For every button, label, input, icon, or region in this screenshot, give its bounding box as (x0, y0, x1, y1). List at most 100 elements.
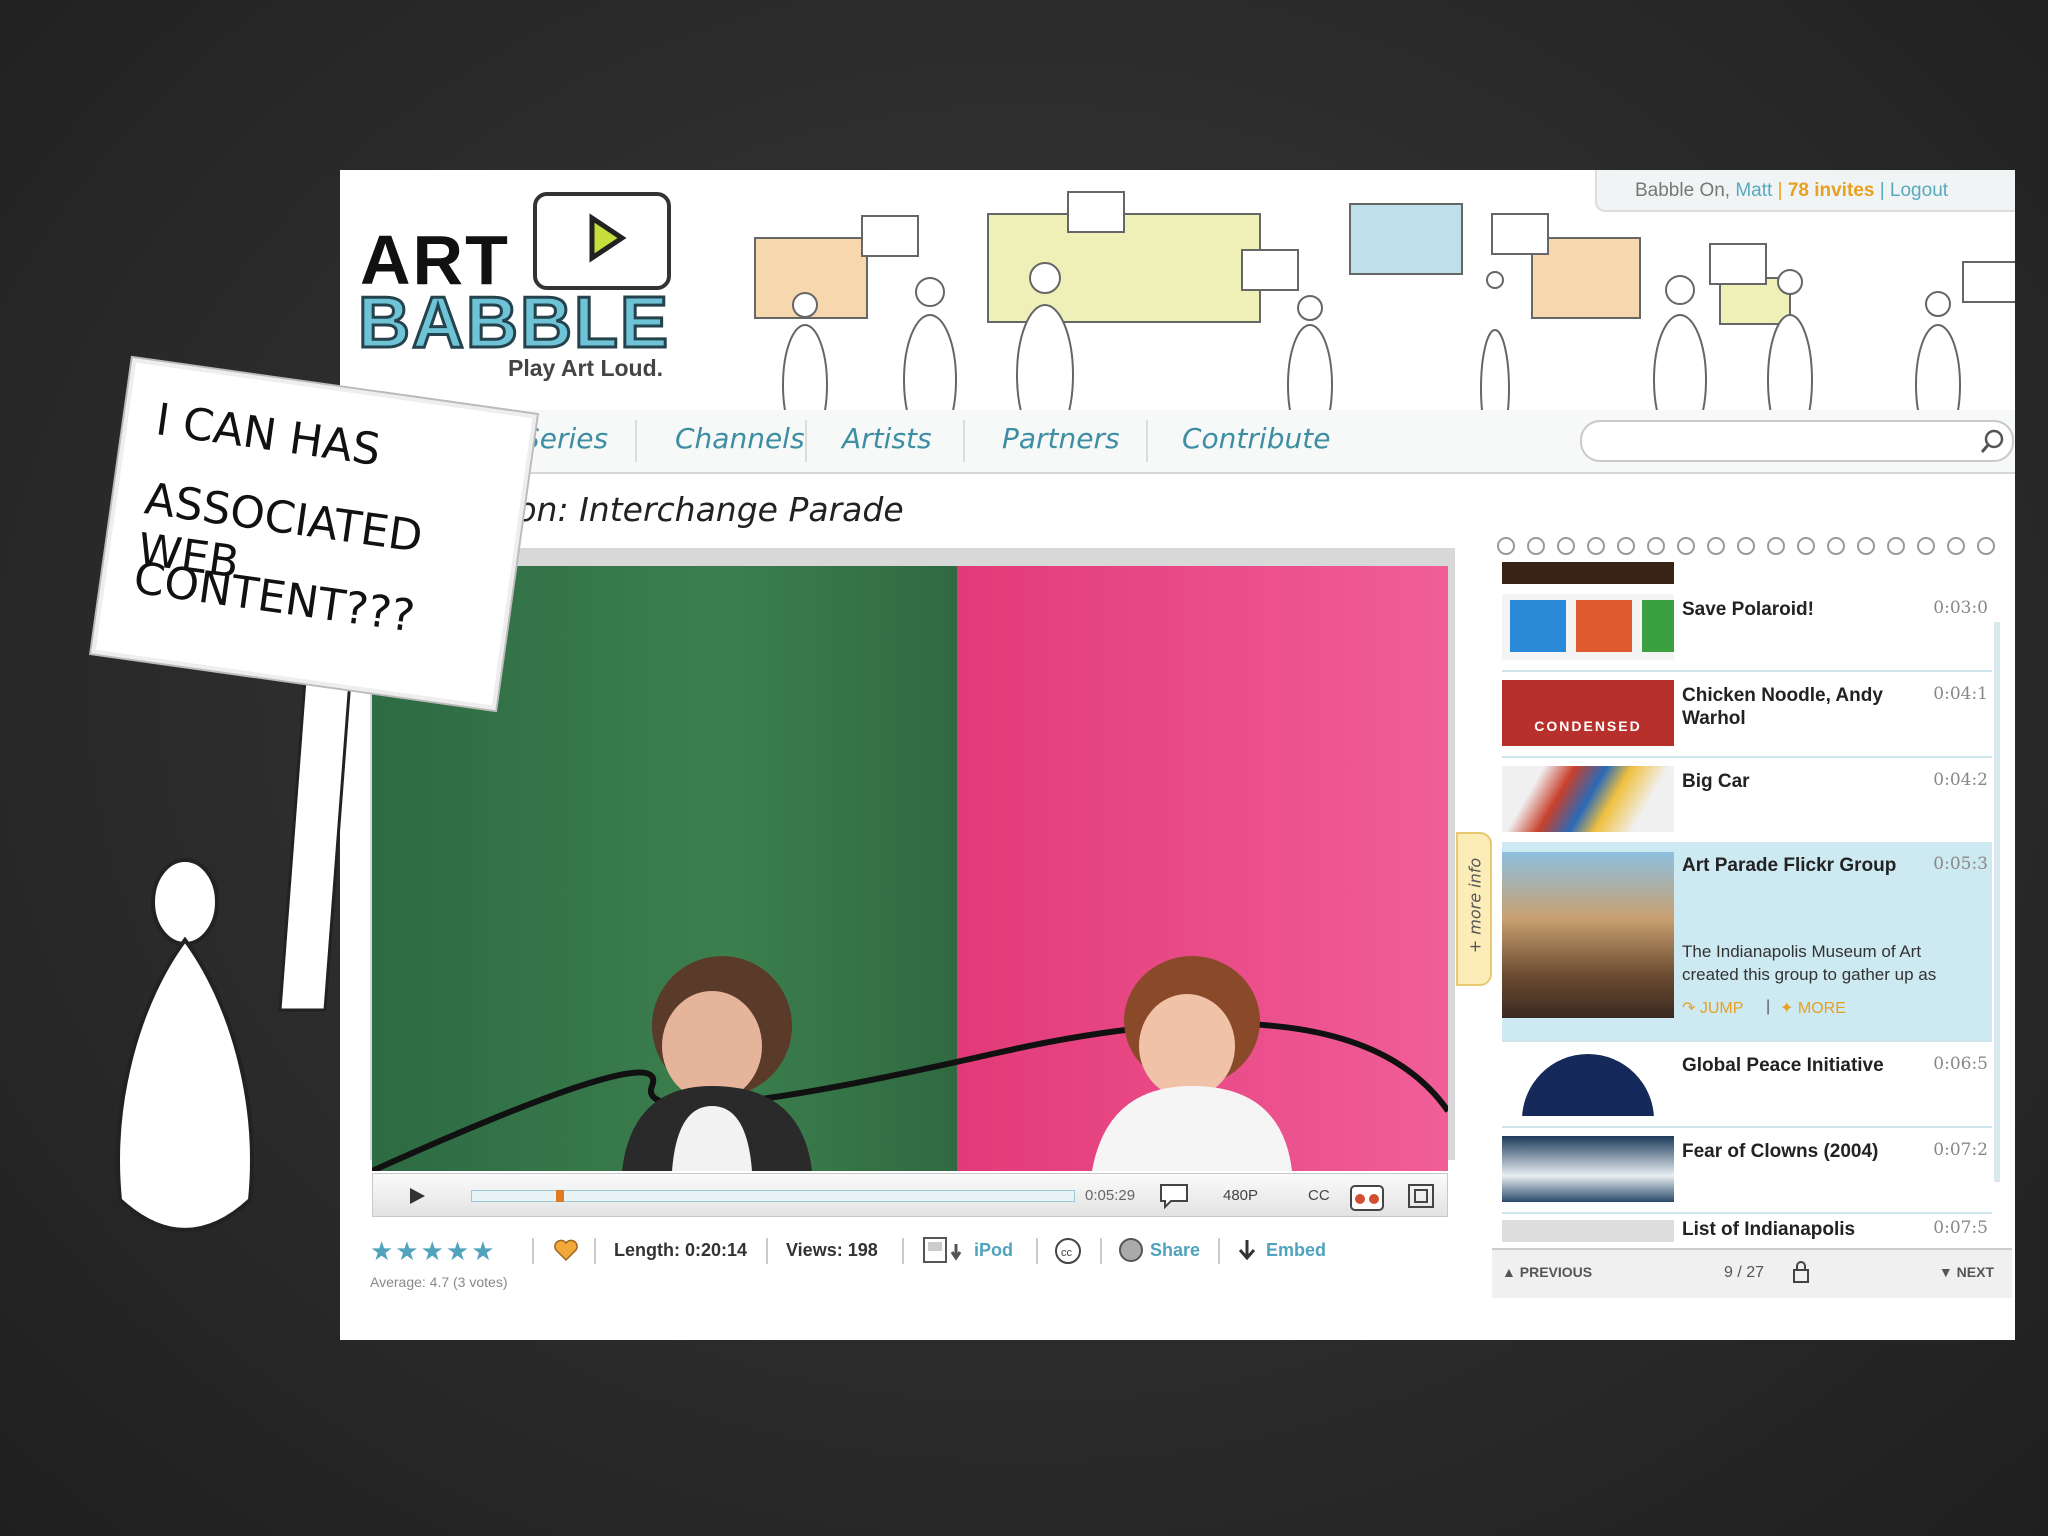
more-link[interactable]: ✦ MORE (1780, 998, 1846, 1018)
favorite-heart-icon[interactable] (553, 1238, 579, 1262)
playlist-item[interactable]: Global Peace Initiative 0:06:5 (1502, 1042, 1992, 1128)
logo-tagline: Play Art Loud. (508, 355, 664, 381)
search-icon[interactable] (1980, 428, 2006, 454)
embed-link[interactable]: Embed (1266, 1240, 1326, 1261)
playlist-item[interactable]: List of Indianapolis 0:07:5 (1502, 1212, 1992, 1242)
protest-sign: I CAN HAS ASSOCIATED WEB CONTENT??? (91, 358, 537, 710)
nav-partners[interactable]: Partners (1002, 422, 1120, 455)
playlist-scrollbar[interactable] (1994, 622, 2000, 1182)
invites-link[interactable]: 78 invites (1788, 180, 1875, 201)
progress-bar[interactable] (471, 1190, 1075, 1202)
playlist-thumbnail: CONDENSED (1502, 680, 1674, 746)
thumb-tile (1576, 600, 1632, 652)
link-separator: | (1766, 998, 1771, 1015)
divider (766, 1238, 768, 1264)
jump-link[interactable]: ↷ JUMP (1682, 998, 1743, 1018)
svg-text:cc: cc (1061, 1247, 1073, 1259)
main-nav: Series Channels Artists Partners Contrib… (340, 410, 2015, 474)
share-globe-icon[interactable] (1118, 1237, 1144, 1263)
playlist-thumbnail (1502, 594, 1674, 660)
search-input[interactable] (1598, 428, 1962, 454)
previous-label: PREVIOUS (1519, 1264, 1593, 1280)
playlist-item-time: 0:05:3 (1933, 854, 1988, 874)
thumb-tile (1510, 600, 1566, 652)
playlist-item[interactable]: Save Polaroid! 0:03:0 (1502, 586, 1992, 672)
nav-divider (805, 420, 807, 462)
playlist-item-time: 0:07:5 (1933, 1218, 1988, 1238)
thumb-graphic (1522, 1054, 1654, 1116)
divider (1036, 1238, 1038, 1264)
playlist-item-title: Save Polaroid! (1682, 599, 1814, 620)
logout-link[interactable]: Logout (1890, 180, 1948, 201)
playlist-item[interactable]: Big Car 0:04:2 (1502, 758, 1992, 844)
greeting: Babble On, (1635, 180, 1731, 201)
quality-button[interactable]: 480P (1223, 1187, 1258, 1204)
page-indicator: 9 / 27 (1724, 1264, 1765, 1281)
sign-line: I CAN HAS (152, 394, 384, 477)
ipod-icon[interactable] (922, 1236, 972, 1264)
rating-stars[interactable]: ★★★★★ (370, 1236, 497, 1267)
length-label: Length: 0:20:14 (614, 1240, 748, 1260)
nav-contribute[interactable]: Contribute (1182, 422, 1330, 455)
playlist-thumbnail (1502, 1220, 1674, 1242)
nav-channels[interactable]: Channels (675, 422, 805, 455)
playlist-item-title: List of Indianapolis (1682, 1219, 1856, 1240)
cc-button[interactable]: CC (1308, 1187, 1330, 1204)
player-controls: 0:05:29 480P CC (372, 1173, 1448, 1217)
share-link[interactable]: Share (1150, 1240, 1200, 1261)
views-label: Views: 198 (786, 1240, 878, 1260)
video-meta: ★★★★★ Length: 0:20:14 Views: 198 iPod cc… (370, 1232, 1455, 1302)
divider (532, 1238, 534, 1264)
embed-arrow-icon[interactable] (1236, 1237, 1258, 1263)
page-title: sion: Interchange Parade (490, 490, 904, 529)
artbabble-website: ART BABBLE Play Art Loud. Babble On, Mat… (340, 170, 2015, 1340)
rating-average: Average: 4.7 (3 votes) (370, 1274, 508, 1290)
play-icon[interactable] (407, 1186, 427, 1206)
more-label: MORE (1797, 1000, 1846, 1017)
video-area[interactable] (372, 566, 1448, 1171)
progress-marker (556, 1190, 564, 1202)
sign-holder-figure (116, 678, 352, 1232)
fullscreen-icon[interactable] (1407, 1183, 1435, 1209)
next-button[interactable]: ▼ NEXT (1939, 1264, 1994, 1280)
previous-button[interactable]: ▲ PREVIOUS (1502, 1264, 1592, 1280)
creative-commons-icon[interactable]: cc (1054, 1237, 1082, 1265)
comment-icon[interactable] (1159, 1183, 1189, 1209)
playlist-item[interactable]: Fear of Clowns (2004) 0:07:2 (1502, 1128, 1992, 1214)
playlist-thumbnail (1502, 852, 1674, 1018)
notebook-rings (1497, 537, 1995, 555)
lock-icon[interactable] (1792, 1260, 1810, 1284)
playlist-item-title: Global Peace Initiative (1682, 1055, 1884, 1076)
thumb-tile (1642, 600, 1674, 652)
playlist-item-active[interactable]: Art Parade Flickr Group 0:05:3 The India… (1502, 842, 1992, 1042)
thumb-caption: CONDENSED (1534, 718, 1642, 734)
playlist-footer: ▲ PREVIOUS 9 / 27 ▼ NEXT (1492, 1248, 2012, 1298)
playlist-item-time: 0:07:2 (1933, 1140, 1988, 1160)
playlist-item-description: The Indianapolis Museum of Art created t… (1682, 942, 1937, 984)
playlist-item-title: Art Parade Flickr Group (1682, 855, 1897, 876)
playlist-thumbnail (1502, 766, 1674, 832)
playlist-item-time: 0:03:0 (1933, 598, 1988, 618)
playlist-top-thumb (1502, 562, 1674, 584)
divider (1218, 1238, 1220, 1264)
playlist-item-title: Fear of Clowns (2004) (1682, 1141, 1879, 1162)
site-header: ART BABBLE Play Art Loud. Babble On, Mat… (340, 170, 2015, 410)
nav-artists[interactable]: Artists (842, 422, 932, 455)
username-link[interactable]: Matt (1735, 180, 1772, 201)
more-info-tab[interactable]: + more info (1456, 832, 1492, 986)
divider (1100, 1238, 1102, 1264)
logo-babble[interactable]: BABBLE (357, 282, 670, 365)
ipod-link[interactable]: iPod (974, 1240, 1013, 1261)
nav-divider (1146, 420, 1148, 462)
playlist-item-time: 0:04:1 (1933, 684, 1988, 704)
more-info-label: + more info (1465, 857, 1485, 954)
playlist-item-title: Big Car (1682, 771, 1750, 792)
separator: | (1879, 180, 1885, 201)
boombox-icon[interactable] (1349, 1180, 1385, 1212)
divider (594, 1238, 596, 1264)
playlist-item[interactable]: CONDENSED Chicken Noodle, Andy Warhol 0:… (1502, 672, 1992, 758)
playlist-thumbnail (1502, 1136, 1674, 1202)
divider (902, 1238, 904, 1264)
time-display: 0:05:29 (1085, 1187, 1136, 1204)
separator: | (1777, 180, 1783, 201)
